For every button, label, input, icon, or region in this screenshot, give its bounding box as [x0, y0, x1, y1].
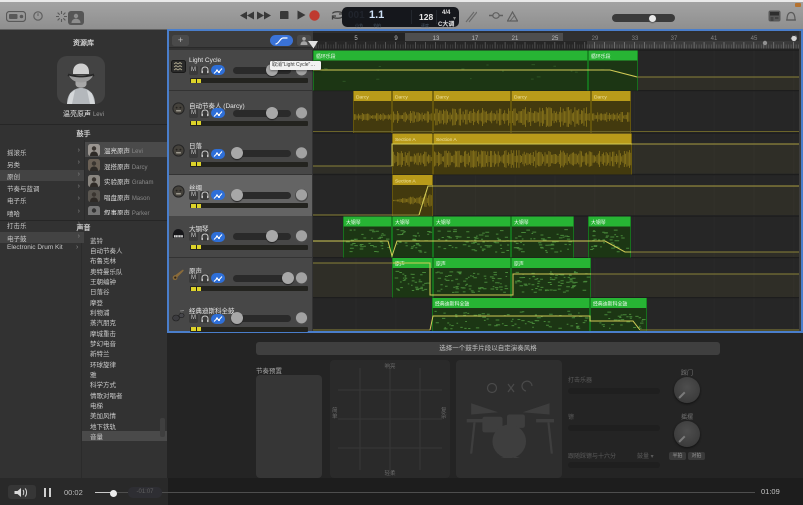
svg-text:大钢琴: 大钢琴	[591, 219, 606, 226]
svg-text:33: 33	[632, 36, 639, 42]
svg-text:17: 17	[472, 36, 479, 42]
svg-text:大钢琴: 大钢琴	[346, 219, 361, 226]
svg-text:Section A: Section A	[436, 137, 457, 143]
svg-text:原声: 原声	[514, 261, 524, 268]
svg-text:大钢琴: 大钢琴	[395, 219, 410, 226]
svg-text:Darcy: Darcy	[514, 95, 527, 101]
svg-text:原声: 原声	[395, 261, 405, 268]
svg-text:Darcy: Darcy	[436, 95, 449, 101]
svg-text:大钢琴: 大钢琴	[436, 219, 451, 226]
svg-text:循环乐段: 循环乐段	[591, 53, 611, 60]
svg-text:29: 29	[592, 36, 599, 42]
svg-text:Darcy: Darcy	[594, 95, 607, 101]
svg-text:经典迪斯科全鼓: 经典迪斯科全鼓	[593, 301, 627, 308]
svg-text:25: 25	[552, 36, 559, 42]
svg-text:经典迪斯科全鼓: 经典迪斯科全鼓	[435, 301, 469, 308]
svg-text:41: 41	[711, 36, 718, 42]
svg-text:Darcy: Darcy	[395, 95, 408, 101]
svg-text:Section A: Section A	[395, 179, 416, 185]
svg-text:原声: 原声	[436, 261, 446, 268]
svg-text:37: 37	[671, 36, 678, 42]
svg-text:Darcy: Darcy	[356, 95, 369, 101]
svg-text:Section A: Section A	[395, 137, 416, 143]
svg-text:21: 21	[512, 36, 519, 42]
svg-text:45: 45	[751, 36, 758, 42]
svg-text:大钢琴: 大钢琴	[514, 219, 529, 226]
svg-text:13: 13	[433, 36, 440, 42]
svg-text:循环乐段: 循环乐段	[316, 53, 336, 60]
